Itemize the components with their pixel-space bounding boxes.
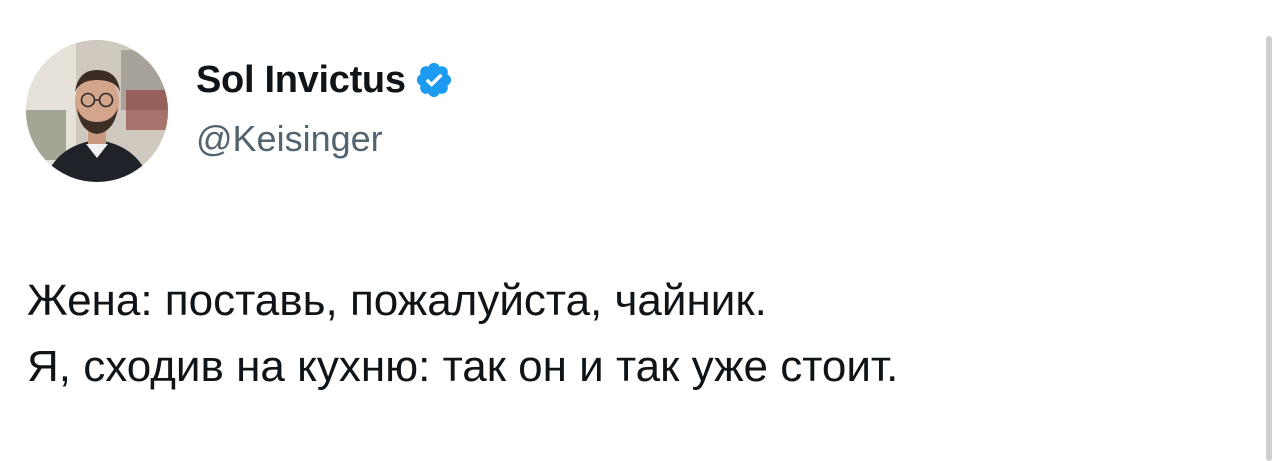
verified-badge-icon[interactable] <box>414 60 454 100</box>
avatar[interactable] <box>26 40 168 182</box>
tweet-card: Sol Invictus @Keisinger Жена: поставь, п… <box>0 0 1284 461</box>
tweet-text: Жена: поставь, пожалуйста, чайник. Я, сх… <box>27 268 1227 400</box>
tweet-line-2: Я, сходив на кухню: так он и так уже сто… <box>27 342 899 391</box>
tweet-line-1: Жена: поставь, пожалуйста, чайник. <box>27 276 767 325</box>
scrollbar[interactable] <box>1266 36 1272 461</box>
avatar-photo <box>26 40 168 182</box>
author-name-row: Sol Invictus <box>196 56 454 104</box>
author-display-name[interactable]: Sol Invictus <box>196 59 406 102</box>
author-handle[interactable]: @Keisinger <box>196 118 383 160</box>
